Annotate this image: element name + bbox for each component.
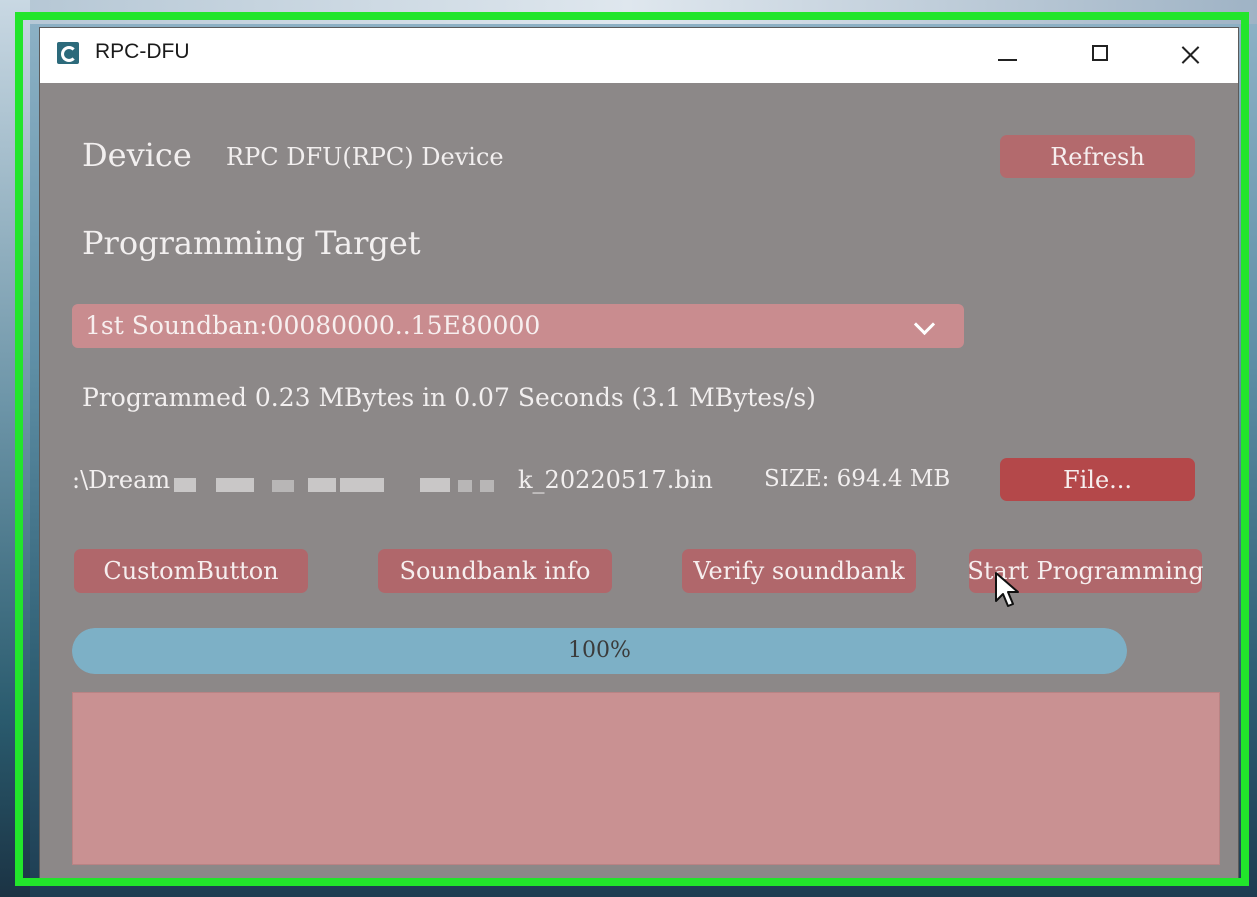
title-bar: RPC-DFU [40, 28, 1238, 83]
device-label: Device [82, 136, 192, 174]
app-window: RPC-DFU Device RPC DFU(RPC) Device Refre… [40, 28, 1238, 883]
maximize-button[interactable] [1070, 28, 1130, 83]
programming-target-label: Programming Target [82, 224, 421, 262]
window-title: RPC-DFU [95, 40, 190, 63]
verify-soundbank-button[interactable]: Verify soundbank [682, 549, 916, 593]
status-message: Programmed 0.23 MBytes in 0.07 Seconds (… [82, 383, 816, 412]
soundbank-info-button[interactable]: Soundbank info [378, 549, 612, 593]
minimize-button[interactable] [977, 28, 1037, 83]
file-button[interactable]: File... [1000, 458, 1195, 501]
programming-target-selected-value: 1st Soundban:00080000..15E80000 [85, 311, 541, 340]
mouse-cursor-icon [995, 572, 1019, 607]
file-size: SIZE: 694.4 MB [764, 466, 951, 492]
programming-target-select[interactable]: 1st Soundban:00080000..15E80000 [72, 304, 964, 348]
app-icon [57, 42, 79, 64]
progress-bar: 100% [72, 628, 1127, 674]
refresh-button[interactable]: Refresh [1000, 135, 1195, 178]
close-button[interactable] [1160, 28, 1220, 83]
log-output[interactable] [72, 692, 1220, 865]
device-value: RPC DFU(RPC) Device [226, 143, 504, 171]
file-path-start: :\Dream [72, 466, 171, 494]
desktop-background-top [0, 0, 1257, 24]
file-path-end: k_20220517.bin [518, 466, 713, 494]
custom-button[interactable]: CustomButton [74, 549, 308, 593]
progress-text: 100% [568, 638, 631, 663]
desktop-background-left [0, 0, 30, 897]
